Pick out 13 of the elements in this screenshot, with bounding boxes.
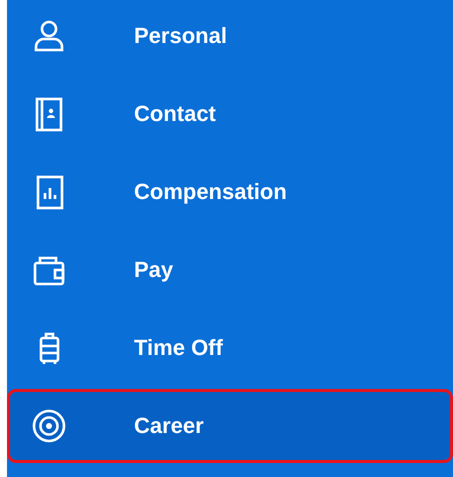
- menu-item[interactable]: Compensation: [7, 152, 453, 231]
- menu-item-label: Personal: [134, 22, 227, 48]
- menu-item-label: Compensation: [134, 178, 287, 204]
- menu-item[interactable]: Time Off: [7, 308, 453, 387]
- menu-item-label: Contact: [134, 100, 216, 126]
- menu-item-label: Career: [134, 413, 204, 439]
- menu-item[interactable]: Personal: [7, 0, 453, 75]
- menu-item-label: Pay: [134, 256, 174, 282]
- menu-item[interactable]: Career: [7, 389, 453, 463]
- target-icon: [31, 408, 67, 444]
- menu-item[interactable]: Contact: [7, 74, 453, 153]
- menu-item-label: Time Off: [134, 334, 223, 360]
- menu-item[interactable]: Pay: [7, 230, 453, 309]
